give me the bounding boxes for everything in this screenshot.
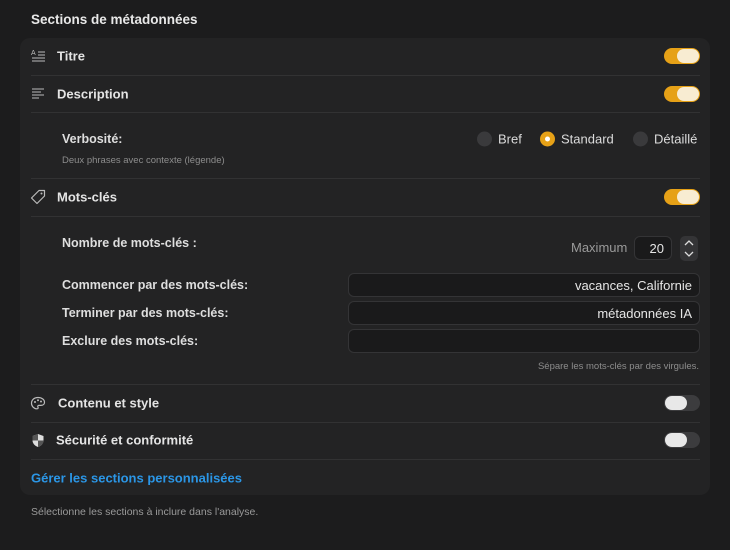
content-style-toggle[interactable] [664, 395, 700, 411]
divider [31, 459, 700, 460]
divider [31, 422, 700, 423]
option-label: Bref [498, 131, 522, 147]
option-label: Standard [561, 131, 614, 147]
manage-custom-sections-link[interactable]: Gérer les sections personnalisées [31, 471, 242, 486]
verbosity-hint: Deux phrases avec contexte (légende) [62, 155, 225, 166]
max-keywords-stepper[interactable] [680, 236, 698, 261]
title-label: Titre [57, 48, 85, 64]
footer-hint: Sélectionne les sections à inclure dans … [31, 506, 259, 518]
verbosity-option-bref[interactable]: Bref [477, 131, 522, 147]
palette-icon [30, 395, 46, 411]
svg-text:A: A [31, 50, 36, 57]
radio-button[interactable] [633, 131, 648, 147]
maximum-label: Maximum [571, 240, 628, 255]
divider [31, 384, 700, 385]
chevron-up-icon [684, 240, 694, 246]
text-title-icon: A [30, 48, 46, 64]
content-style-label: Contenu et style [58, 395, 160, 411]
description-label: Description [57, 86, 129, 102]
max-keywords-input[interactable]: 20 [634, 236, 672, 260]
title-toggle[interactable] [664, 48, 700, 64]
verbosity-option-detaille[interactable]: Détaillé [633, 131, 698, 147]
tag-icon [30, 189, 46, 205]
divider [31, 216, 700, 217]
divider [31, 75, 700, 76]
radio-button[interactable] [477, 131, 492, 147]
security-label: Sécurité et conformité [56, 432, 194, 448]
radio-button-selected[interactable] [540, 131, 555, 147]
section-heading: Sections de métadonnées [31, 12, 198, 27]
end-keywords-input[interactable]: métadonnées IA [348, 301, 700, 325]
verbosity-label: Verbosité: [62, 132, 123, 146]
option-label: Détaillé [654, 131, 698, 147]
security-toggle[interactable] [664, 432, 700, 448]
end-keywords-label: Terminer par des mots-clés: [62, 306, 229, 320]
text-align-left-icon [30, 86, 46, 102]
divider [31, 178, 700, 179]
chevron-down-icon [684, 251, 694, 257]
keyword-count-label: Nombre de mots-clés : [62, 236, 197, 250]
keywords-hint: Sépare les mots-clés par des virgules. [537, 361, 699, 372]
sections-card [20, 38, 710, 495]
verbosity-option-standard[interactable]: Standard [540, 131, 614, 147]
start-keywords-input[interactable]: vacances, Californie [348, 273, 700, 297]
divider [31, 112, 700, 113]
keywords-label: Mots-clés [57, 189, 117, 205]
description-toggle[interactable] [664, 86, 700, 102]
start-keywords-label: Commencer par des mots-clés: [62, 278, 249, 292]
exclude-keywords-label: Exclure des mots-clés: [62, 334, 199, 348]
exclude-keywords-input[interactable] [348, 329, 700, 353]
shield-icon [30, 432, 46, 448]
keywords-toggle[interactable] [664, 189, 700, 205]
